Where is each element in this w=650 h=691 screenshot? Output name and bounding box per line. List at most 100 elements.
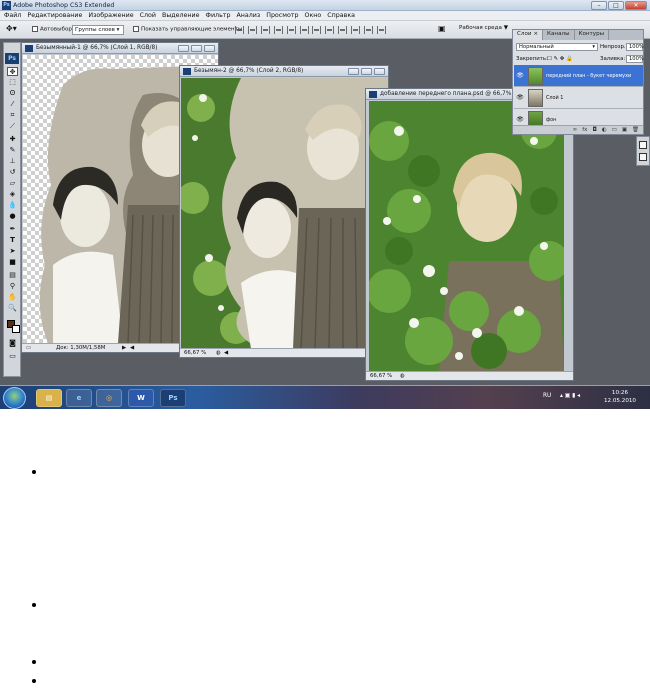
healing-brush-icon[interactable]: ✚ — [7, 135, 18, 144]
eyedropper-icon[interactable]: ⚲ — [7, 282, 18, 291]
doc-close-button[interactable] — [374, 68, 385, 75]
distribute-right-icon[interactable] — [377, 26, 386, 34]
fill-field[interactable]: 100% — [626, 55, 644, 63]
workspace-button[interactable]: Рабочая среда ▼ — [459, 25, 508, 31]
tab-channels[interactable]: Каналы — [543, 30, 575, 40]
align-middle-icon[interactable] — [248, 26, 257, 34]
mask-icon[interactable]: ◘ — [592, 127, 596, 133]
background-color-swatch[interactable] — [12, 325, 20, 333]
status-menu-icon[interactable]: ◍ — [400, 373, 405, 379]
visibility-eye-icon[interactable]: 👁 — [516, 72, 524, 80]
start-button[interactable] — [3, 387, 26, 409]
word-icon[interactable]: W — [128, 389, 154, 407]
document-1-titlebar[interactable]: Безымянный-1 @ 66,7% (Слой 1, RGB/8) — [22, 43, 218, 54]
path-select-icon[interactable]: ➤ — [7, 247, 18, 256]
taskbar-clock[interactable]: 10:26 12.05.2010 — [604, 389, 636, 405]
menu-image[interactable]: Изображение — [88, 12, 133, 19]
document-3-canvas[interactable] — [369, 101, 564, 372]
zoom-readout[interactable]: 66,67 % — [184, 350, 206, 356]
eraser-tool-icon[interactable]: ▱ — [7, 179, 18, 188]
crop-tool-icon[interactable]: ⌗ — [7, 111, 18, 120]
type-tool-icon[interactable]: T — [7, 236, 18, 245]
menu-analysis[interactable]: Анализ — [236, 12, 260, 19]
blur-tool-icon[interactable]: 💧 — [7, 201, 18, 210]
doc-close-button[interactable] — [204, 45, 215, 52]
photoshop-icon[interactable]: Ps — [160, 389, 186, 407]
doc-maximize-button[interactable] — [361, 68, 372, 75]
close-button[interactable]: ✕ — [625, 1, 647, 10]
menu-window[interactable]: Окно — [305, 12, 322, 19]
brush-tool-icon[interactable]: ✎ — [7, 146, 18, 155]
document-window-2[interactable]: Безымян-2 @ 66,7% (Слой 2, RGB/8) 66,67 … — [179, 65, 389, 358]
doc-minimize-button[interactable] — [348, 68, 359, 75]
align-bottom-icon[interactable] — [261, 26, 270, 34]
minimize-button[interactable]: – — [591, 1, 607, 10]
menu-help[interactable]: Справка — [327, 12, 355, 19]
lock-icons[interactable]: ☐ ✎ ✥ 🔒 — [547, 56, 573, 62]
lasso-tool-icon[interactable]: ʘ — [7, 89, 18, 98]
align-right-icon[interactable] — [300, 26, 309, 34]
notes-tool-icon[interactable]: ▤ — [7, 271, 18, 280]
trash-icon[interactable]: 🗑 — [632, 127, 639, 133]
show-controls-checkbox[interactable]: Показать управляющие элементы — [133, 26, 242, 33]
fx-icon[interactable]: fx — [582, 127, 587, 133]
ie-icon[interactable]: e — [66, 389, 92, 407]
move-tool-icon[interactable]: ✥ — [7, 67, 18, 76]
distribute-middle-icon[interactable] — [325, 26, 334, 34]
scroll-left-arrow-icon[interactable]: ◀ — [130, 345, 134, 351]
menu-filter[interactable]: Фильтр — [206, 12, 231, 19]
scroll-left-arrow-icon[interactable]: ◀ — [224, 350, 228, 356]
status-menu-icon[interactable]: ◍ — [216, 350, 221, 356]
auto-select-dropdown[interactable]: Группы слоев ▾ — [72, 25, 124, 35]
media-icon[interactable]: ◎ — [96, 389, 122, 407]
zoom-readout[interactable]: 66,67 % — [370, 373, 392, 379]
adjustment-icon[interactable]: ◐ — [602, 127, 607, 133]
align-center-icon[interactable] — [287, 26, 296, 34]
tab-paths[interactable]: Контуры — [575, 30, 610, 40]
layer-row[interactable]: 👁 передний план - букет черемухи — [514, 65, 643, 87]
shape-tool-icon[interactable]: ■ — [7, 258, 18, 267]
tab-layers[interactable]: Слои × — [513, 30, 544, 40]
distribute-left-icon[interactable] — [351, 26, 360, 34]
group-icon[interactable]: ▭ — [612, 127, 617, 133]
visibility-eye-icon[interactable]: 👁 — [516, 116, 524, 124]
camera-icon[interactable]: ▣ — [438, 24, 446, 33]
menu-file[interactable]: Файл — [4, 12, 21, 19]
distribute-top-icon[interactable] — [312, 26, 321, 34]
move-tool-icon[interactable]: ✥▾ — [6, 24, 17, 33]
menu-select[interactable]: Выделение — [162, 12, 200, 19]
paint-bucket-icon[interactable]: ◈ — [7, 190, 18, 199]
document-2-titlebar[interactable]: Безымян-2 @ 66,7% (Слой 2, RGB/8) — [180, 66, 388, 77]
slice-tool-icon[interactable]: ⟋ — [7, 122, 18, 131]
status-menu-arrow-icon[interactable]: ▶ — [122, 345, 126, 351]
quick-mask-icon[interactable]: ◙ — [7, 339, 18, 348]
screen-mode-icon[interactable]: ▭ — [7, 352, 18, 361]
zoom-tool-icon[interactable]: 🔍 — [7, 304, 18, 313]
clone-stamp-icon[interactable]: ⊥ — [7, 157, 18, 166]
dodge-tool-icon[interactable]: ● — [7, 212, 18, 221]
history-panel-icon[interactable] — [639, 141, 647, 149]
doc-maximize-button[interactable] — [191, 45, 202, 52]
explorer-icon[interactable]: ▤ — [36, 389, 62, 407]
auto-select-checkbox[interactable]: Автовыбор: — [32, 26, 74, 33]
magic-wand-icon[interactable]: ⁄ — [7, 100, 18, 109]
menu-edit[interactable]: Редактирование — [27, 12, 82, 19]
actions-panel-icon[interactable] — [639, 153, 647, 161]
language-indicator[interactable]: RU — [543, 393, 551, 399]
new-layer-icon[interactable]: ▣ — [622, 127, 627, 133]
history-brush-icon[interactable]: ↺ — [7, 168, 18, 177]
align-top-icon[interactable] — [235, 26, 244, 34]
blend-mode-dropdown[interactable]: Нормальный ▾ — [516, 43, 598, 51]
visibility-eye-icon[interactable]: 👁 — [516, 94, 524, 102]
opacity-field[interactable]: 100% — [626, 43, 644, 51]
hand-tool-icon[interactable]: ✋ — [7, 293, 18, 302]
doc-minimize-button[interactable] — [178, 45, 189, 52]
document-2-canvas[interactable] — [181, 78, 388, 349]
maximize-button[interactable]: □ — [608, 1, 624, 10]
layer-row[interactable]: 👁 Слой 1 — [514, 87, 643, 109]
menu-view[interactable]: Просмотр — [266, 12, 298, 19]
marquee-tool-icon[interactable]: ⬚ — [7, 78, 18, 87]
pen-tool-icon[interactable]: ✒ — [7, 225, 18, 234]
link-icon[interactable]: ∞ — [573, 127, 578, 133]
align-left-icon[interactable] — [274, 26, 283, 34]
